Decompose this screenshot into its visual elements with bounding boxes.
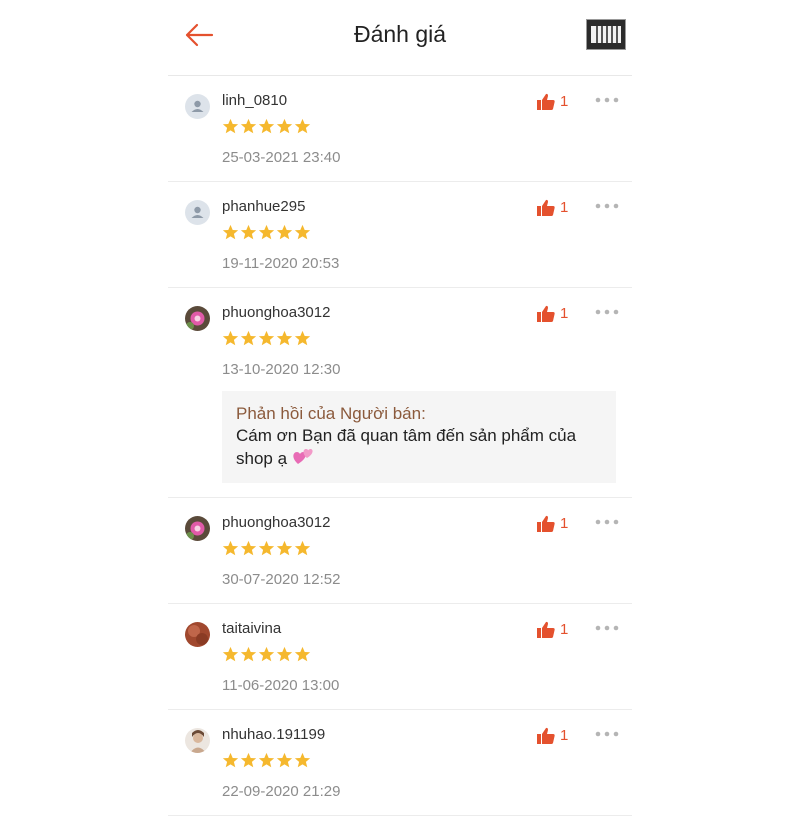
seller-reply-label: Phản hồi của Người bán: bbox=[236, 404, 426, 423]
star-icon bbox=[276, 646, 293, 662]
avatar[interactable] bbox=[185, 200, 210, 225]
review-date: 25-03-2021 23:40 bbox=[222, 149, 341, 166]
star-icon bbox=[294, 646, 311, 662]
review-username[interactable]: phuonghoa3012 bbox=[222, 514, 330, 531]
seller-reply-text: Cám ơn Bạn đã quan tâm đến sản phẩm của … bbox=[236, 426, 577, 468]
star-icon bbox=[240, 646, 257, 662]
avatar[interactable] bbox=[185, 516, 210, 541]
like-button[interactable]: 1 bbox=[536, 198, 568, 218]
star-icon bbox=[222, 118, 239, 134]
avatar[interactable] bbox=[185, 94, 210, 119]
more-options-icon[interactable] bbox=[594, 515, 620, 529]
star-icon bbox=[294, 752, 311, 768]
page-title: Đánh giá bbox=[353, 21, 447, 47]
portrait-avatar-icon bbox=[185, 728, 210, 753]
header-bar: Đánh giá bbox=[168, 0, 632, 76]
review-username[interactable]: nhuhao.191199 bbox=[222, 726, 325, 743]
review-item: nhuhao.191199 1 22-09-2020 21:29 bbox=[168, 710, 632, 816]
star-icon bbox=[258, 330, 275, 346]
review-date: 30-07-2020 12:52 bbox=[222, 571, 341, 588]
review-username[interactable]: phanhue295 bbox=[222, 198, 305, 215]
like-count: 1 bbox=[560, 621, 569, 638]
thumbs-up-icon bbox=[537, 621, 555, 638]
like-button[interactable]: 1 bbox=[536, 304, 568, 324]
review-list: linh_0810 1 25-03-2021 23:40 phanhue295 … bbox=[168, 76, 632, 816]
like-button[interactable]: 1 bbox=[536, 514, 568, 534]
star-icon bbox=[258, 752, 275, 768]
avatar[interactable] bbox=[185, 622, 210, 647]
avatar[interactable] bbox=[185, 728, 210, 753]
review-date: 11-06-2020 13:00 bbox=[222, 677, 340, 694]
review-date: 19-11-2020 20:53 bbox=[222, 255, 340, 272]
more-options-icon[interactable] bbox=[594, 199, 620, 213]
star-icon bbox=[222, 224, 239, 240]
star-icon bbox=[222, 540, 239, 556]
star-icon bbox=[276, 330, 293, 346]
more-options-icon[interactable] bbox=[594, 93, 620, 107]
product-thumbnail[interactable] bbox=[586, 19, 626, 50]
flower-avatar-icon bbox=[185, 516, 210, 541]
review-item: taitaivina 1 11-06-2020 13:00 bbox=[168, 604, 632, 710]
like-count: 1 bbox=[560, 93, 569, 110]
star-icon bbox=[240, 752, 257, 768]
like-button[interactable]: 1 bbox=[536, 92, 568, 112]
star-icon bbox=[222, 646, 239, 662]
review-item: phuonghoa3012 1 30-07-2020 12:52 bbox=[168, 498, 632, 604]
star-icon bbox=[222, 330, 239, 346]
reviews-screen: Đánh giá linh_0810 1 25-03-2021 23:40 ph… bbox=[168, 0, 632, 816]
review-item: phanhue295 1 19-11-2020 20:53 bbox=[168, 182, 632, 288]
thumbs-up-icon bbox=[537, 515, 555, 532]
thumbs-up-icon bbox=[537, 199, 555, 216]
star-icon bbox=[294, 330, 311, 346]
review-item: phuonghoa3012 1 13-10-2020 12:30 Phản hồ… bbox=[168, 288, 632, 498]
star-icon bbox=[276, 224, 293, 240]
star-icon bbox=[258, 224, 275, 240]
star-icon bbox=[294, 224, 311, 240]
star-icon bbox=[240, 224, 257, 240]
brown-avatar-icon bbox=[185, 622, 210, 647]
review-username[interactable]: taitaivina bbox=[222, 620, 281, 637]
review-date: 22-09-2020 21:29 bbox=[222, 783, 341, 800]
star-icon bbox=[276, 752, 293, 768]
star-icon bbox=[276, 118, 293, 134]
more-options-icon[interactable] bbox=[594, 621, 620, 635]
review-username[interactable]: phuonghoa3012 bbox=[222, 304, 330, 321]
default-user-icon bbox=[191, 206, 204, 218]
like-button[interactable]: 1 bbox=[536, 620, 568, 640]
star-icon bbox=[294, 540, 311, 556]
review-date: 13-10-2020 12:30 bbox=[222, 361, 341, 378]
flower-avatar-icon bbox=[185, 306, 210, 331]
like-count: 1 bbox=[560, 199, 569, 216]
default-user-icon bbox=[191, 100, 204, 112]
review-username[interactable]: linh_0810 bbox=[222, 92, 287, 109]
thumbs-up-icon bbox=[537, 305, 555, 322]
two-hearts-icon bbox=[293, 449, 313, 464]
like-button[interactable]: 1 bbox=[536, 726, 568, 746]
star-icon bbox=[258, 118, 275, 134]
more-options-icon[interactable] bbox=[594, 305, 620, 319]
seller-reply: Phản hồi của Người bán: Cám ơn Bạn đã qu… bbox=[222, 391, 616, 483]
thumbs-up-icon bbox=[537, 727, 555, 744]
star-icon bbox=[240, 330, 257, 346]
thumbs-up-icon bbox=[537, 93, 555, 110]
review-item: linh_0810 1 25-03-2021 23:40 bbox=[168, 76, 632, 182]
star-icon bbox=[294, 118, 311, 134]
like-count: 1 bbox=[560, 515, 569, 532]
star-icon bbox=[258, 646, 275, 662]
star-icon bbox=[240, 540, 257, 556]
star-icon bbox=[222, 752, 239, 768]
star-icon bbox=[240, 118, 257, 134]
star-icon bbox=[276, 540, 293, 556]
more-options-icon[interactable] bbox=[594, 727, 620, 741]
avatar[interactable] bbox=[185, 306, 210, 331]
like-count: 1 bbox=[560, 305, 569, 322]
like-count: 1 bbox=[560, 727, 569, 744]
star-icon bbox=[258, 540, 275, 556]
